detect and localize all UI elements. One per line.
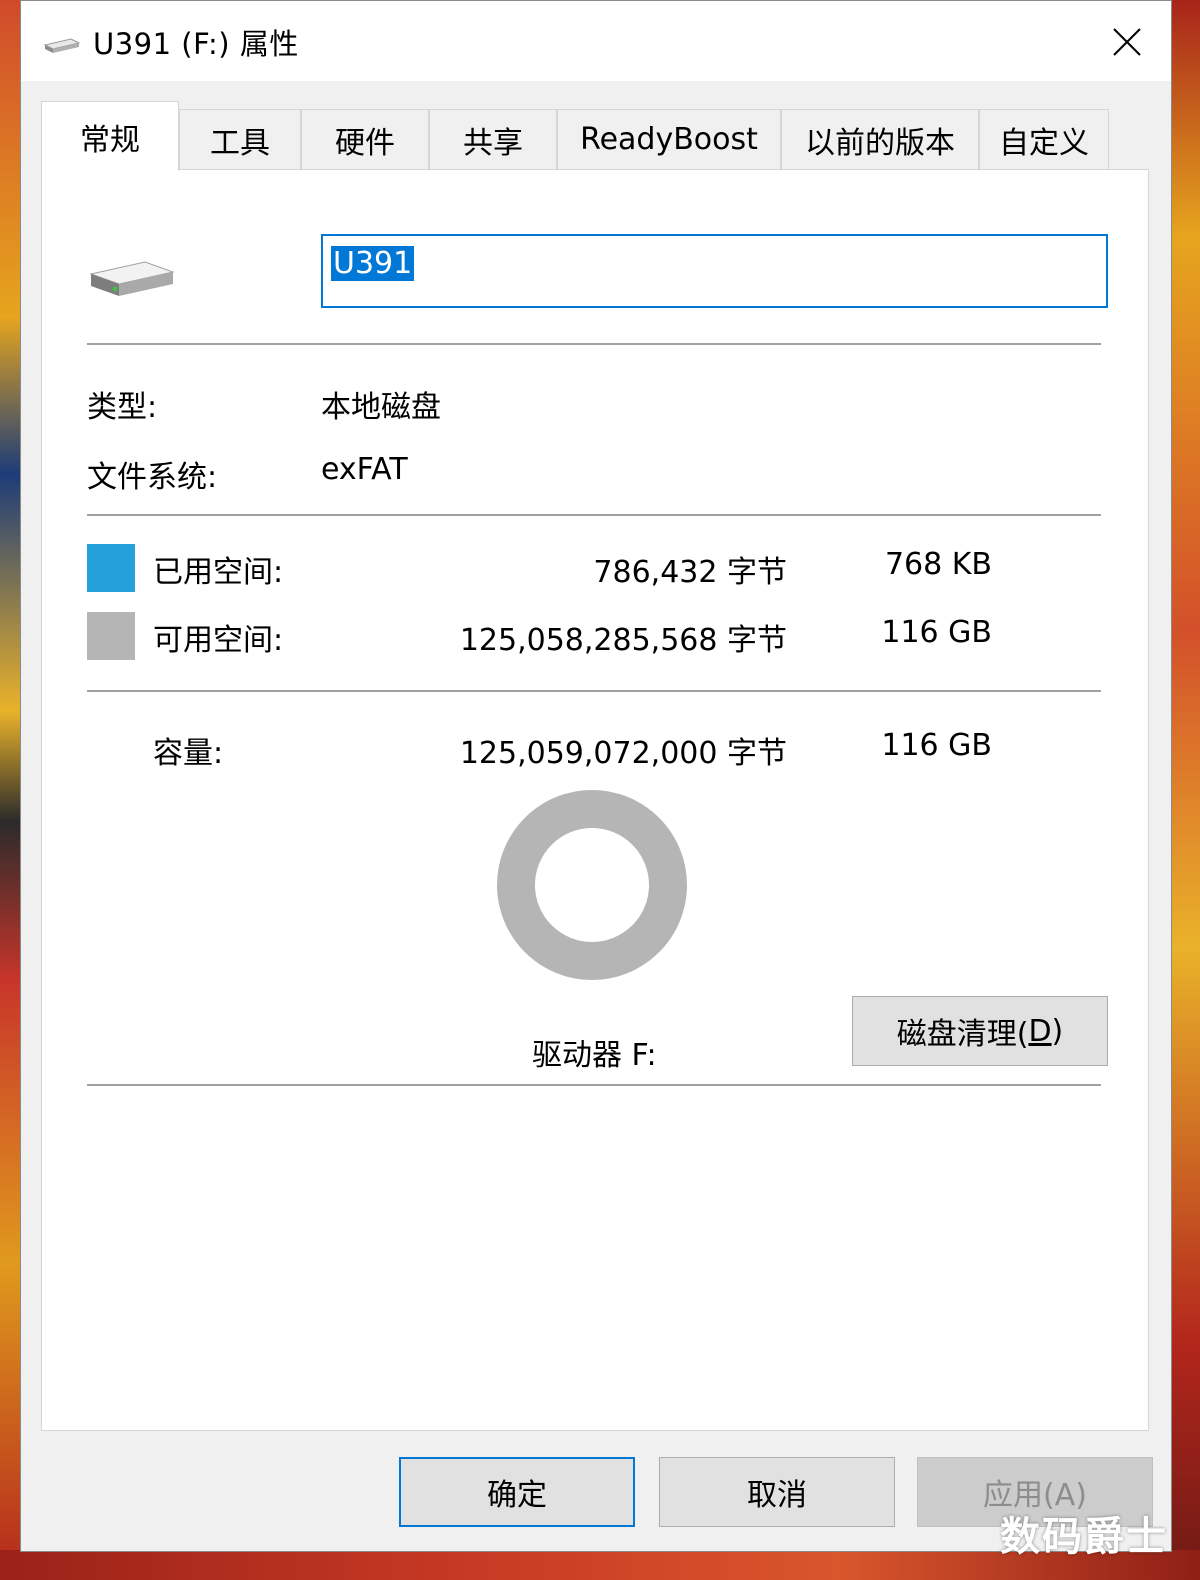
type-value: 本地磁盘	[321, 390, 441, 425]
disk-cleanup-label: 磁盘清理(	[896, 1017, 1029, 1052]
close-icon	[1113, 28, 1141, 56]
usage-donut-chart	[497, 790, 687, 980]
ok-button[interactable]: 确定	[399, 1457, 635, 1527]
free-space-swatch	[87, 612, 135, 660]
volume-name-text: U391	[331, 246, 415, 281]
free-space-size: 116 GB	[881, 615, 992, 650]
tab-previous-versions[interactable]: 以前的版本	[781, 109, 979, 169]
drive-letter-label: 驱动器 F:	[532, 1038, 657, 1073]
capacity-bytes: 125,059,072,000 字节	[459, 736, 787, 771]
tab-general[interactable]: 常规	[41, 101, 179, 171]
general-panel: U391 类型: 本地磁盘 文件系统: exFAT 已用空间: 786,432 …	[41, 169, 1149, 1431]
used-space-label: 已用空间:	[153, 555, 284, 590]
properties-dialog: U391 (F:) 属性 常规 工具 硬件 共享 ReadyBoost 以前的版…	[20, 0, 1172, 1552]
watermark: 数码爵士	[1000, 1514, 1168, 1560]
desktop-wallpaper-right	[1170, 0, 1200, 1580]
cancel-button[interactable]: 取消	[659, 1457, 895, 1527]
tab-tools[interactable]: 工具	[179, 109, 301, 169]
divider	[87, 343, 1101, 345]
capacity-size: 116 GB	[881, 728, 992, 763]
window-title: U391 (F:) 属性	[93, 27, 299, 61]
divider	[87, 1084, 1101, 1086]
divider	[87, 690, 1101, 692]
tab-readyboost[interactable]: ReadyBoost	[557, 109, 781, 169]
drive-large-icon	[89, 261, 175, 296]
tab-strip: 常规 工具 硬件 共享 ReadyBoost 以前的版本 自定义	[41, 101, 1131, 171]
filesystem-value: exFAT	[321, 452, 408, 487]
drive-icon	[43, 38, 81, 53]
type-label: 类型:	[87, 390, 158, 425]
disk-cleanup-mnemonic: D	[1028, 1013, 1052, 1049]
tab-customize[interactable]: 自定义	[979, 109, 1109, 169]
title-bar: U391 (F:) 属性	[21, 1, 1171, 81]
divider	[87, 514, 1101, 516]
filesystem-label: 文件系统:	[87, 460, 218, 495]
free-space-ring	[497, 790, 687, 980]
used-space-swatch	[87, 544, 135, 592]
close-button[interactable]	[1097, 15, 1157, 69]
volume-name-input[interactable]: U391	[321, 234, 1108, 308]
capacity-label: 容量:	[153, 736, 224, 771]
used-space-bytes: 786,432 字节	[593, 555, 787, 590]
disk-cleanup-button[interactable]: 磁盘清理(D)	[852, 996, 1108, 1066]
free-space-bytes: 125,058,285,568 字节	[459, 623, 787, 658]
tab-sharing[interactable]: 共享	[429, 109, 557, 169]
free-space-label: 可用空间:	[153, 623, 284, 658]
tab-hardware[interactable]: 硬件	[301, 109, 429, 169]
used-space-size: 768 KB	[884, 547, 992, 582]
disk-cleanup-suffix: )	[1051, 1013, 1064, 1049]
